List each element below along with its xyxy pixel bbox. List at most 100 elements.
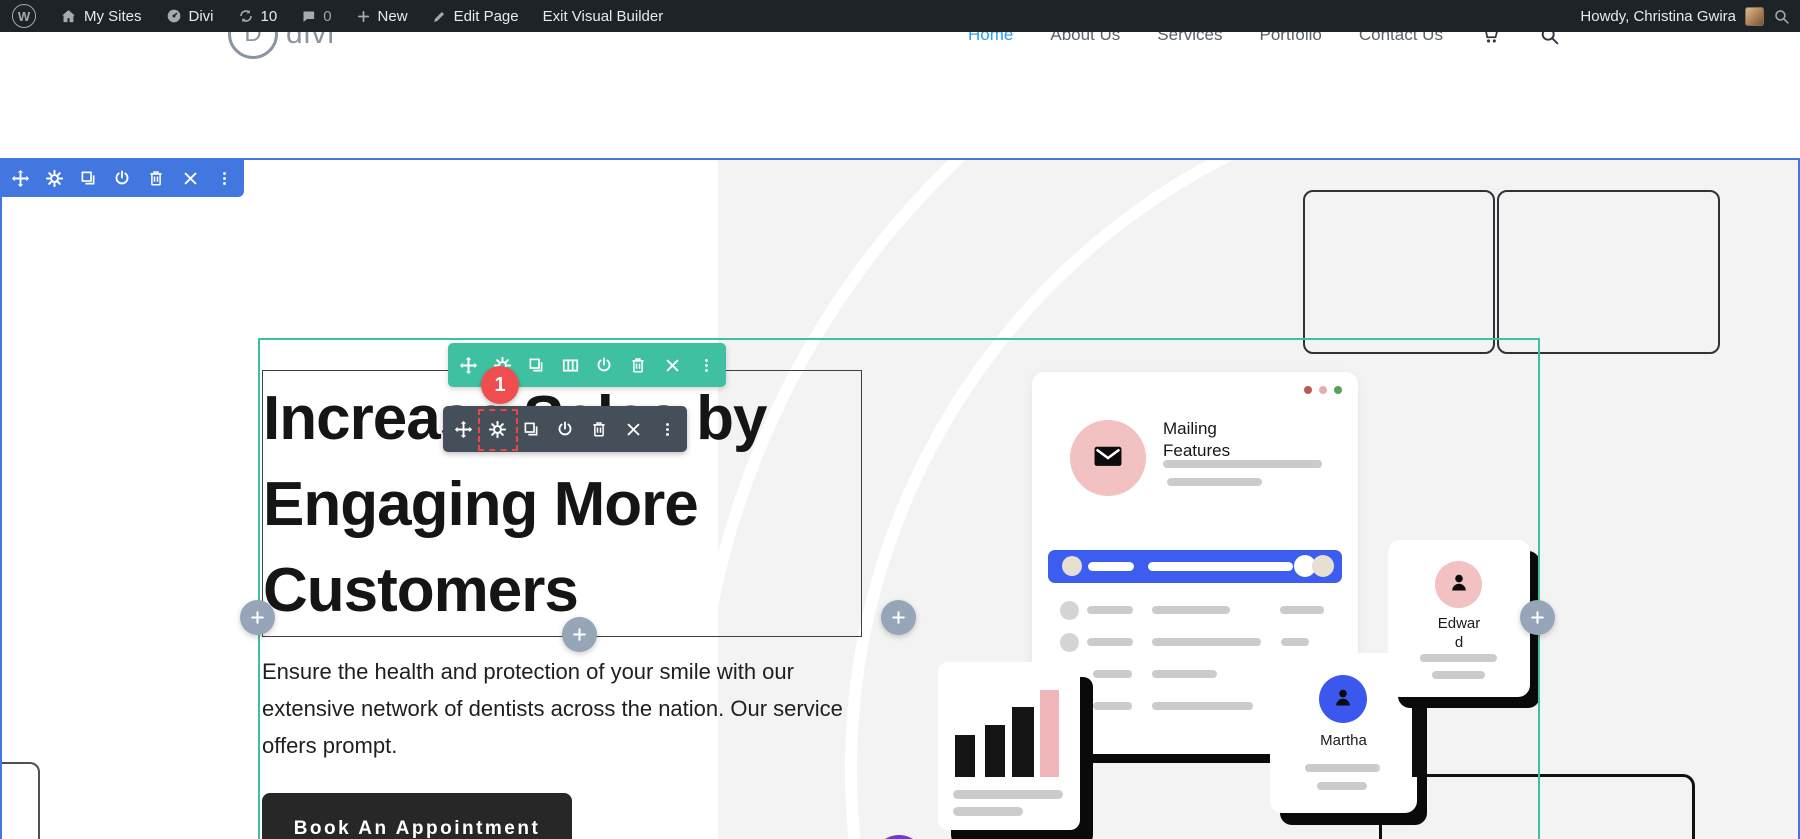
columns-icon[interactable]: [553, 343, 587, 387]
bar-chart-card: [938, 662, 1080, 830]
list-bullet: [1060, 633, 1079, 652]
placeholder-bar: [1148, 562, 1293, 571]
trash-icon[interactable]: [139, 159, 173, 197]
wp-admin-bar: W My Sites Divi 10 0 New: [0, 0, 1800, 32]
divi-visual-builder-screen: Mailing Features: [0, 0, 1800, 839]
placeholder-bar: [1280, 606, 1324, 614]
pencil-icon: [432, 9, 447, 24]
section-toolbar: [0, 159, 244, 197]
save-icon[interactable]: [587, 343, 621, 387]
placeholder-bar: [1152, 638, 1261, 646]
comment-icon: [301, 9, 316, 24]
more-options-icon[interactable]: [207, 159, 241, 197]
placeholder-bar: [1093, 670, 1132, 678]
move-icon[interactable]: [451, 343, 485, 387]
placeholder-bar: [1087, 606, 1133, 614]
placeholder-bar: [1093, 702, 1132, 710]
team-member-name: Edward: [1436, 614, 1482, 652]
connector-line: [1426, 774, 1695, 839]
placeholder-bar: [1420, 654, 1497, 662]
illustration-outline-box: [0, 762, 40, 839]
avatar-circle: [1435, 561, 1482, 608]
house-icon: [60, 8, 77, 25]
close-icon[interactable]: [616, 406, 650, 452]
chart-bar-pink: [1040, 690, 1059, 777]
placeholder-bar: [1317, 782, 1367, 790]
howdy-user-menu[interactable]: Howdy, Christina Gwira: [1580, 8, 1736, 25]
avatar-circle: [1319, 675, 1367, 723]
site-header: D divi Home About Us Services Portfolio …: [0, 32, 1800, 70]
gauge-icon: [166, 8, 182, 24]
placeholder-bar: [1163, 460, 1322, 468]
my-sites-menu[interactable]: My Sites: [60, 8, 142, 25]
add-module-button[interactable]: [562, 617, 597, 652]
move-icon[interactable]: [3, 159, 37, 197]
add-module-button[interactable]: [881, 600, 916, 635]
divi-admin-menu[interactable]: Divi: [166, 8, 214, 25]
placeholder-bar: [1152, 606, 1230, 614]
window-dots: [1304, 386, 1342, 394]
bar-knob: [1062, 556, 1082, 576]
section-border-top: [0, 158, 1800, 160]
placeholder-bar: [1087, 638, 1133, 646]
list-bullet: [1060, 601, 1079, 620]
chart-bar: [955, 735, 975, 777]
new-content-menu[interactable]: New: [356, 8, 408, 25]
window-dot-red: [1304, 386, 1312, 394]
plus-icon: [356, 9, 371, 24]
user-avatar[interactable]: [1745, 7, 1764, 26]
admin-bar-left: W My Sites Divi 10 0 New: [0, 4, 663, 28]
duplicate-icon[interactable]: [71, 159, 105, 197]
trash-icon[interactable]: [582, 406, 616, 452]
mail-icon-circle: [1070, 420, 1146, 496]
wordpress-logo-icon[interactable]: W: [12, 4, 36, 28]
exit-visual-builder-button[interactable]: Exit Visual Builder: [543, 8, 664, 25]
more-options-icon[interactable]: [689, 343, 723, 387]
hero-body-text: Ensure the health and protection of your…: [262, 653, 882, 764]
comments-menu[interactable]: 0: [301, 8, 331, 25]
more-options-icon[interactable]: [650, 406, 684, 452]
mailing-card-title: Mailing Features: [1163, 418, 1258, 462]
close-icon[interactable]: [173, 159, 207, 197]
placeholder-bar: [1281, 638, 1309, 646]
illustration-outline-box: [1303, 190, 1495, 354]
person-icon: [1447, 570, 1471, 599]
placeholder-bar: [1305, 764, 1380, 772]
settings-gear-icon[interactable]: [37, 159, 71, 197]
team-card-edward: Edward: [1388, 540, 1530, 697]
module-toolbar: [443, 406, 687, 452]
placeholder-bar: [953, 790, 1063, 799]
close-icon[interactable]: [655, 343, 689, 387]
book-appointment-button[interactable]: Book An Appointment: [262, 793, 572, 839]
duplicate-icon[interactable]: [514, 406, 548, 452]
plus-icon: [890, 609, 907, 626]
plus-icon: [571, 626, 588, 643]
duplicate-icon[interactable]: [519, 343, 553, 387]
chart-bar: [1012, 707, 1034, 777]
settings-gear-icon-highlighted[interactable]: [480, 406, 514, 452]
page-canvas: Mailing Features: [0, 70, 1800, 839]
add-module-button[interactable]: [240, 600, 275, 635]
edit-page-menu[interactable]: Edit Page: [432, 8, 519, 25]
placeholder-bar: [1152, 670, 1217, 678]
add-module-button[interactable]: [1520, 600, 1555, 635]
save-icon[interactable]: [105, 159, 139, 197]
envelope-icon: [1091, 439, 1125, 478]
window-dot-green: [1334, 386, 1342, 394]
person-icon: [1331, 685, 1355, 714]
progress-toggle-bar: [1048, 550, 1342, 583]
admin-bar-right: Howdy, Christina Gwira: [1580, 0, 1790, 32]
toggle-knob: [1312, 555, 1334, 577]
chart-bar: [985, 725, 1005, 777]
move-icon[interactable]: [446, 406, 480, 452]
refresh-icon: [238, 8, 254, 24]
save-icon[interactable]: [548, 406, 582, 452]
trash-icon[interactable]: [621, 343, 655, 387]
admin-search-icon[interactable]: [1773, 8, 1790, 25]
updates-menu[interactable]: 10: [238, 8, 278, 25]
plus-icon: [1529, 609, 1546, 626]
step-badge: 1: [481, 366, 519, 404]
connector-line: [1379, 823, 1382, 839]
placeholder-bar: [1152, 702, 1253, 710]
window-dot-pink: [1319, 386, 1327, 394]
